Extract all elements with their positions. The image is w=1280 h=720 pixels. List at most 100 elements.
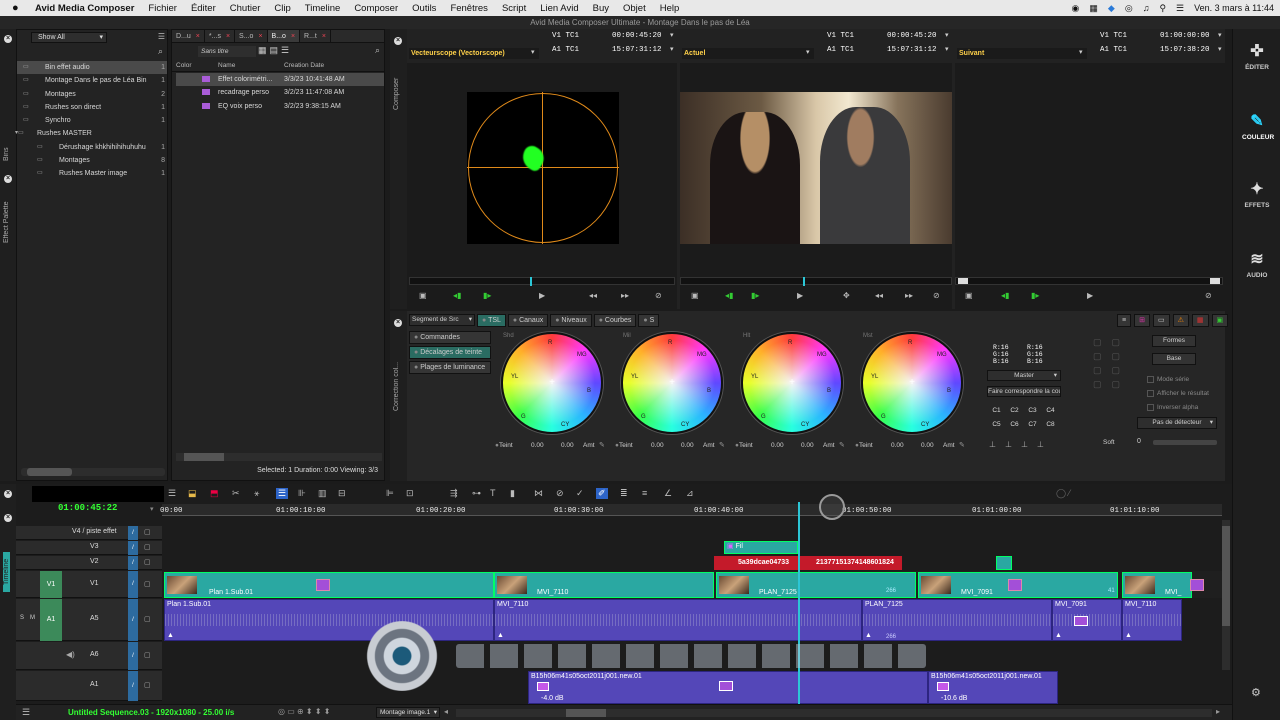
- track-lock-icon[interactable]: /: [128, 599, 138, 641]
- track-name[interactable]: V1: [90, 580, 99, 587]
- bins-tab[interactable]: Bins: [3, 139, 10, 169]
- tool-grid-icons[interactable]: ▢▢ ▢▢ ▢▢ ▢▢: [1093, 335, 1153, 391]
- search-icon[interactable]: ⚲: [1159, 3, 1166, 14]
- c-button[interactable]: C8: [1043, 421, 1058, 428]
- slip-icon[interactable]: ∠: [664, 488, 672, 499]
- dropdown-icon[interactable]: ▾: [670, 31, 674, 39]
- effect-palette-tab[interactable]: Effect Palette: [3, 197, 10, 247]
- mute-button[interactable]: M: [30, 615, 35, 621]
- no-entry-icon[interactable]: ⊘: [933, 291, 940, 300]
- v2-clip[interactable]: 21377151374148601824: [802, 556, 902, 570]
- audio-pan-icon[interactable]: ≡: [642, 488, 647, 498]
- v2-clip[interactable]: 5a39dcae04733: [714, 556, 802, 570]
- bin-select[interactable]: Montage image.1 ▾: [376, 707, 440, 718]
- trim-icon[interactable]: ⚹: [254, 488, 259, 499]
- mark-out-icon[interactable]: ▮▸: [1031, 291, 1039, 300]
- scroll-right-icon[interactable]: ▸: [1216, 707, 1220, 716]
- camera-icon[interactable]: ▭: [1152, 314, 1170, 327]
- v2-clip-small[interactable]: [996, 556, 1012, 570]
- wheel-value-1[interactable]: 0.00: [651, 442, 664, 449]
- formes-button[interactable]: Formes: [1152, 335, 1196, 347]
- track-lock-icon[interactable]: /: [128, 642, 138, 670]
- close-icon[interactable]: ×: [394, 319, 402, 327]
- close-icon[interactable]: ×: [322, 33, 326, 40]
- menu-timeline[interactable]: Timeline: [298, 3, 348, 14]
- sync-icon[interactable]: ⊶: [472, 488, 481, 499]
- track-header[interactable]: V2 / ▢: [16, 556, 162, 570]
- scroll-left-icon[interactable]: ◂: [444, 707, 448, 716]
- wheel-value-1[interactable]: 0.00: [891, 442, 904, 449]
- menu-fenetres[interactable]: Fenêtres: [443, 3, 495, 14]
- dropdown-icon[interactable]: ▾: [1218, 45, 1222, 53]
- audio-workspace-button[interactable]: ≋ AUDIO: [1242, 249, 1272, 279]
- cut-icon[interactable]: ✂: [232, 488, 240, 499]
- edit-workspace-button[interactable]: ✜ ÉDITER: [1242, 41, 1272, 71]
- network-icon[interactable]: ◆: [1108, 3, 1115, 14]
- v1-clip[interactable]: MVI_: [1122, 572, 1192, 598]
- overwrite-icon[interactable]: ⊡: [406, 488, 414, 499]
- playhead[interactable]: [798, 502, 800, 706]
- color-wheel[interactable]: + R MG YL B G CY: [741, 332, 843, 434]
- v1-clip[interactable]: MVI_7110: [494, 572, 714, 598]
- show-all-select[interactable]: Show All ▾: [31, 32, 107, 43]
- play-icon[interactable]: ▶: [797, 291, 803, 300]
- c-button[interactable]: C5: [989, 421, 1004, 428]
- dropdown-icon[interactable]: ▾: [531, 48, 535, 56]
- track-header[interactable]: A6 / ▢ ◀): [16, 642, 162, 670]
- mark-in-icon[interactable]: ◂▮: [453, 291, 461, 300]
- color-wheel[interactable]: + R MG YL B G CY: [501, 332, 603, 434]
- close-icon[interactable]: ×: [394, 37, 402, 45]
- bin-item[interactable]: ▭ Synchro 1: [17, 114, 167, 127]
- effect-icon[interactable]: [1190, 579, 1204, 591]
- close-icon[interactable]: ×: [4, 35, 12, 43]
- eyedropper-icons[interactable]: ⊥⊥⊥⊥: [989, 440, 1053, 449]
- menu-help[interactable]: Help: [653, 3, 687, 14]
- v1-clip[interactable]: PLAN_7125: [716, 572, 916, 598]
- dropdown-icon[interactable]: ▾: [1079, 48, 1083, 56]
- fade-icon[interactable]: ⋈: [534, 488, 543, 499]
- c-button[interactable]: C3: [1025, 407, 1040, 414]
- bin-item[interactable]: ▭ Bin effet audio 1: [17, 61, 167, 75]
- step-back-icon[interactable]: ◂◂: [589, 291, 597, 300]
- color-tab[interactable]: ● Canaux: [507, 314, 549, 327]
- color-tab[interactable]: ● TSL: [477, 314, 506, 327]
- zoom-icons[interactable]: ◎ ▭ ⊕ ⬍ ⬍ ⬍: [278, 707, 330, 716]
- a1-clip[interactable]: B15h06m41s05oct2011j001.new.01 -10.6 dB: [928, 671, 1058, 704]
- mark-in-icon[interactable]: ◂▮: [725, 291, 733, 300]
- a5-clip[interactable]: MVI_7110 ▲: [1122, 599, 1182, 641]
- hamburger-menu-icon[interactable]: ☰: [158, 32, 165, 41]
- c-button[interactable]: C6: [1007, 421, 1022, 428]
- c-button[interactable]: C1: [989, 407, 1004, 414]
- bin-clip-row[interactable]: Effet colorimétri... 3/3/23 10:41:48 AM: [176, 73, 384, 87]
- track-monitor-icon[interactable]: ▢: [144, 528, 151, 536]
- menu-objet[interactable]: Objet: [616, 3, 653, 14]
- wheel-value-2[interactable]: 0.00: [681, 442, 694, 449]
- clock-datetime[interactable]: Ven. 3 mars à 11:44: [1194, 3, 1274, 13]
- dropdown-icon[interactable]: ▾: [945, 45, 949, 53]
- v2-clip[interactable]: ▣ Fil: [724, 541, 798, 554]
- menu-editer[interactable]: Éditer: [184, 3, 223, 14]
- color-mode-item[interactable]: ● Décalages de teinte: [409, 346, 491, 359]
- timeline-vscrollbar[interactable]: [1222, 520, 1230, 670]
- splice-icon[interactable]: ⊫: [386, 488, 394, 499]
- wheel-value-2[interactable]: 0.00: [561, 442, 574, 449]
- menu-chutier[interactable]: Chutier: [223, 3, 268, 14]
- bin-item[interactable]: ▭ Dérushage khkhihihihuhuhu 1: [17, 141, 167, 154]
- search-icon[interactable]: ⌕: [158, 46, 163, 57]
- track-header[interactable]: A5 / ▢ A1 S M: [16, 599, 162, 641]
- check-icon[interactable]: ✓: [576, 488, 584, 499]
- base-button[interactable]: Base: [1152, 353, 1196, 365]
- list-icon[interactable]: ≡: [1117, 314, 1132, 327]
- effect-icon[interactable]: [316, 579, 330, 591]
- volume-icon[interactable]: ♫: [1143, 3, 1150, 13]
- color-wheel[interactable]: + R MG YL B G CY: [621, 332, 723, 434]
- bin-tab[interactable]: B...o ×: [267, 30, 301, 42]
- close-icon[interactable]: ×: [4, 490, 12, 498]
- wheel-center-crosshair[interactable]: +: [908, 378, 916, 388]
- track-name[interactable]: V3: [90, 543, 99, 550]
- master-select[interactable]: Master ▾: [987, 370, 1061, 381]
- control-center-icon[interactable]: ☰: [1176, 3, 1184, 14]
- no-entry-icon[interactable]: ⊘: [655, 291, 662, 300]
- bin-clip-row[interactable]: recadrage perso 3/2/23 11:47:08 AM: [176, 86, 384, 99]
- teint-label[interactable]: ●Teint: [495, 442, 513, 449]
